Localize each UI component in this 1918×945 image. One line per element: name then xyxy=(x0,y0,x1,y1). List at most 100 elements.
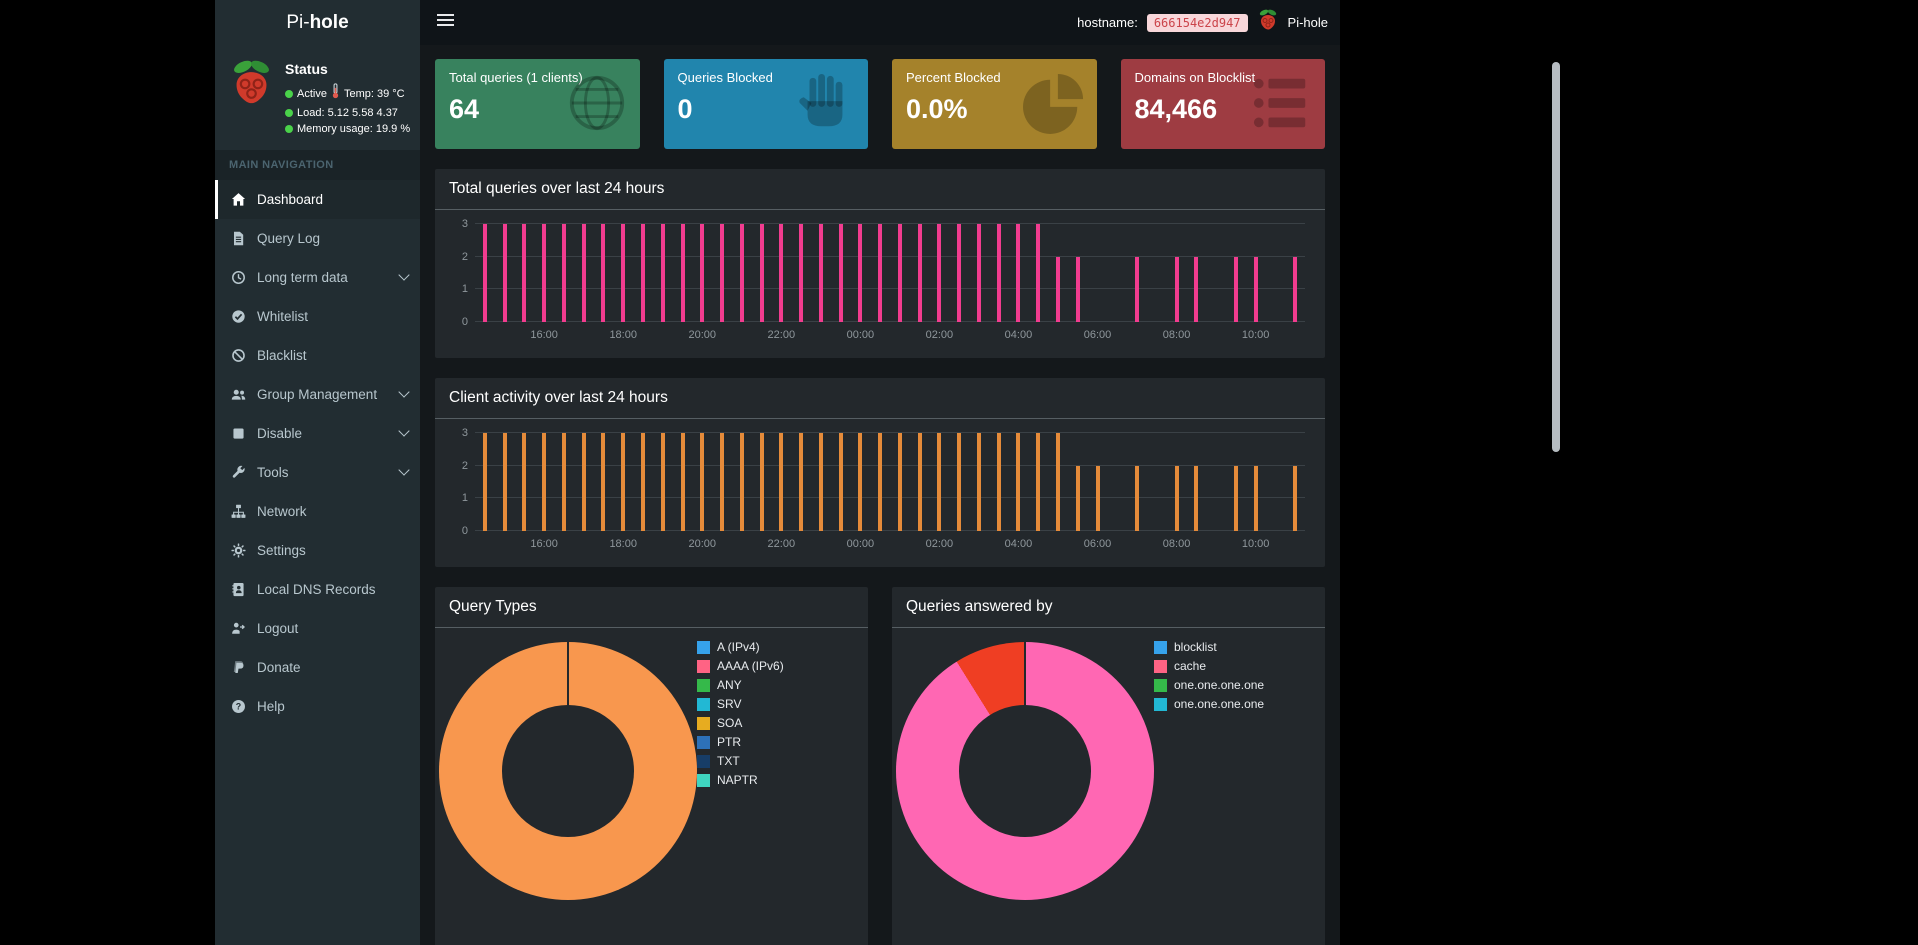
legend-label: SRV xyxy=(717,697,742,711)
y-axis-tick-label: 1 xyxy=(461,492,468,505)
bar xyxy=(502,224,507,322)
chevron-down-icon xyxy=(398,425,410,437)
sidebar-item-label: Disable xyxy=(257,425,303,441)
bar xyxy=(660,433,665,531)
legend-item-soa[interactable]: SOA xyxy=(697,716,784,730)
pie-icon xyxy=(1022,72,1085,139)
legend-color-swatch xyxy=(1154,697,1167,711)
sidebar-item-network[interactable]: Network xyxy=(215,492,420,531)
client-activity-bar-chart[interactable]: 0 1 2 3 16:00 18:00 20:00 22:00 00:00 02:00 04:00 0… xyxy=(449,427,1311,559)
bar xyxy=(759,224,764,322)
sidebar-item-disable[interactable]: Disable xyxy=(215,414,420,453)
bar xyxy=(1253,465,1258,531)
sidebar-item-logout[interactable]: Logout xyxy=(215,609,420,648)
x-axis-labels: 16:00 18:00 20:00 22:00 00:00 02:00 04:00 06:00… xyxy=(475,329,1305,345)
globe-icon xyxy=(566,72,628,139)
sidebar-item-label: Tools xyxy=(257,464,289,480)
legend-label: ANY xyxy=(717,678,742,692)
pihole-raspberry-icon xyxy=(1257,8,1279,37)
bar xyxy=(1174,465,1179,531)
sidebar-item-dashboard[interactable]: Dashboard xyxy=(215,179,420,219)
x-axis-tick-label: 00:00 xyxy=(846,538,875,550)
panel-title-total-queries: Total queries over last 24 hours xyxy=(435,169,1325,210)
app-logo-bold: hole xyxy=(309,11,349,33)
sidebar-item-settings[interactable]: Settings xyxy=(215,531,420,570)
bar xyxy=(799,224,804,322)
sidebar-item-label: Donate xyxy=(257,659,301,675)
legend-item-txt[interactable]: TXT xyxy=(697,754,784,768)
sidebar-item-label: Network xyxy=(257,503,307,519)
legend-color-swatch xyxy=(697,773,710,787)
legend-label: AAAA (IPv6) xyxy=(717,659,784,673)
sidebar-item-query-log[interactable]: Query Log xyxy=(215,219,420,258)
legend-label: one.one.one.one xyxy=(1174,697,1265,711)
legend-item-one-one-one-one[interactable]: one.one.one.one xyxy=(1154,678,1264,692)
legend-item-one-one-one-one[interactable]: one.one.one.one xyxy=(1154,697,1264,711)
legend-item-naptr[interactable]: NAPTR xyxy=(697,773,784,787)
legend-item-a-ipv4[interactable]: A (IPv4) xyxy=(697,640,784,654)
legend-item-blocklist[interactable]: blocklist xyxy=(1154,640,1264,654)
x-axis-tick-label: 20:00 xyxy=(688,329,717,341)
legend-label: A (IPv4) xyxy=(717,640,760,654)
bar xyxy=(996,224,1001,322)
bar xyxy=(858,224,863,322)
bar xyxy=(720,433,725,531)
sidebar-item-long-term-data[interactable]: Long term data xyxy=(215,258,420,297)
x-axis-tick-label: 08:00 xyxy=(1162,329,1191,341)
sidebar-item-label: Settings xyxy=(257,542,306,558)
bar xyxy=(1194,465,1199,531)
y-axis-tick-label: 3 xyxy=(461,427,468,439)
home-icon xyxy=(229,192,247,207)
sidebar-item-tools[interactable]: Tools xyxy=(215,453,420,492)
sidebar-item-whitelist[interactable]: Whitelist xyxy=(215,297,420,336)
panel-title-queries-answered-by: Queries answered by xyxy=(892,587,1325,628)
sidebar-item-donate[interactable]: Donate xyxy=(215,648,420,687)
x-axis-tick-label: 04:00 xyxy=(1004,329,1033,341)
bar xyxy=(640,433,645,531)
gridline xyxy=(475,255,1305,257)
sidebar-item-group-management[interactable]: Group Management xyxy=(215,375,420,414)
sidebar-item-local-dns-records[interactable]: Local DNS Records xyxy=(215,570,420,609)
bar xyxy=(1095,465,1100,531)
segment-divider xyxy=(567,641,569,707)
sitemap-icon xyxy=(229,504,247,519)
sidebar-item-label: Local DNS Records xyxy=(257,581,376,597)
app-logo[interactable]: Pi-hole xyxy=(215,0,420,45)
sidebar-item-blacklist[interactable]: Blacklist xyxy=(215,336,420,375)
wrench-icon xyxy=(229,465,247,480)
doughnut-chart[interactable] xyxy=(896,641,1154,900)
total-queries-bar-chart[interactable]: 0 1 2 3 16:00 18:00 20:00 22:00 00:00 02:00 04:00 0… xyxy=(449,218,1311,350)
bar xyxy=(680,224,685,322)
legend-item-srv[interactable]: SRV xyxy=(697,697,784,711)
bar xyxy=(818,224,823,322)
doughnut-chart[interactable] xyxy=(439,641,697,900)
sidebar-toggle-button[interactable] xyxy=(437,14,454,29)
bottom-panels: Query Types A (IPv4) AAAA (IPv6) ANY SRV SOA… xyxy=(435,587,1325,945)
bar xyxy=(1055,433,1060,531)
scrollbar-thumb[interactable] xyxy=(1552,62,1560,452)
queries-answered-by-doughnut-area: blocklist cache one.one.one.one one.one.one… xyxy=(892,628,1325,908)
thermometer-icon xyxy=(331,83,340,105)
legend-item-aaaa-ipv6[interactable]: AAAA (IPv6) xyxy=(697,659,784,673)
gridline xyxy=(475,288,1305,290)
legend-item-cache[interactable]: cache xyxy=(1154,659,1264,673)
legend-item-any[interactable]: ANY xyxy=(697,678,784,692)
x-axis-tick-label: 16:00 xyxy=(530,538,558,550)
bar xyxy=(522,433,527,531)
ban-icon xyxy=(229,348,247,363)
gridline xyxy=(475,223,1305,224)
y-axis-tick-label: 0 xyxy=(461,525,468,537)
legend-item-ptr[interactable]: PTR xyxy=(697,735,784,749)
gridline xyxy=(475,464,1305,466)
sidebar-item-help[interactable]: ? Help xyxy=(215,687,420,726)
x-axis-tick-label: 02:00 xyxy=(925,538,954,550)
x-axis-tick-label: 08:00 xyxy=(1162,538,1191,550)
sidebar-item-label: Logout xyxy=(257,620,299,636)
panel-title-client-activity: Client activity over last 24 hours xyxy=(435,378,1325,419)
sidebar-item-label: Group Management xyxy=(257,386,378,402)
status-memory: Memory usage: 19.9 % xyxy=(297,123,411,135)
x-axis-tick-label: 20:00 xyxy=(688,538,717,550)
legend-label: blocklist xyxy=(1174,640,1217,654)
bar xyxy=(482,224,487,322)
bar xyxy=(542,433,547,531)
